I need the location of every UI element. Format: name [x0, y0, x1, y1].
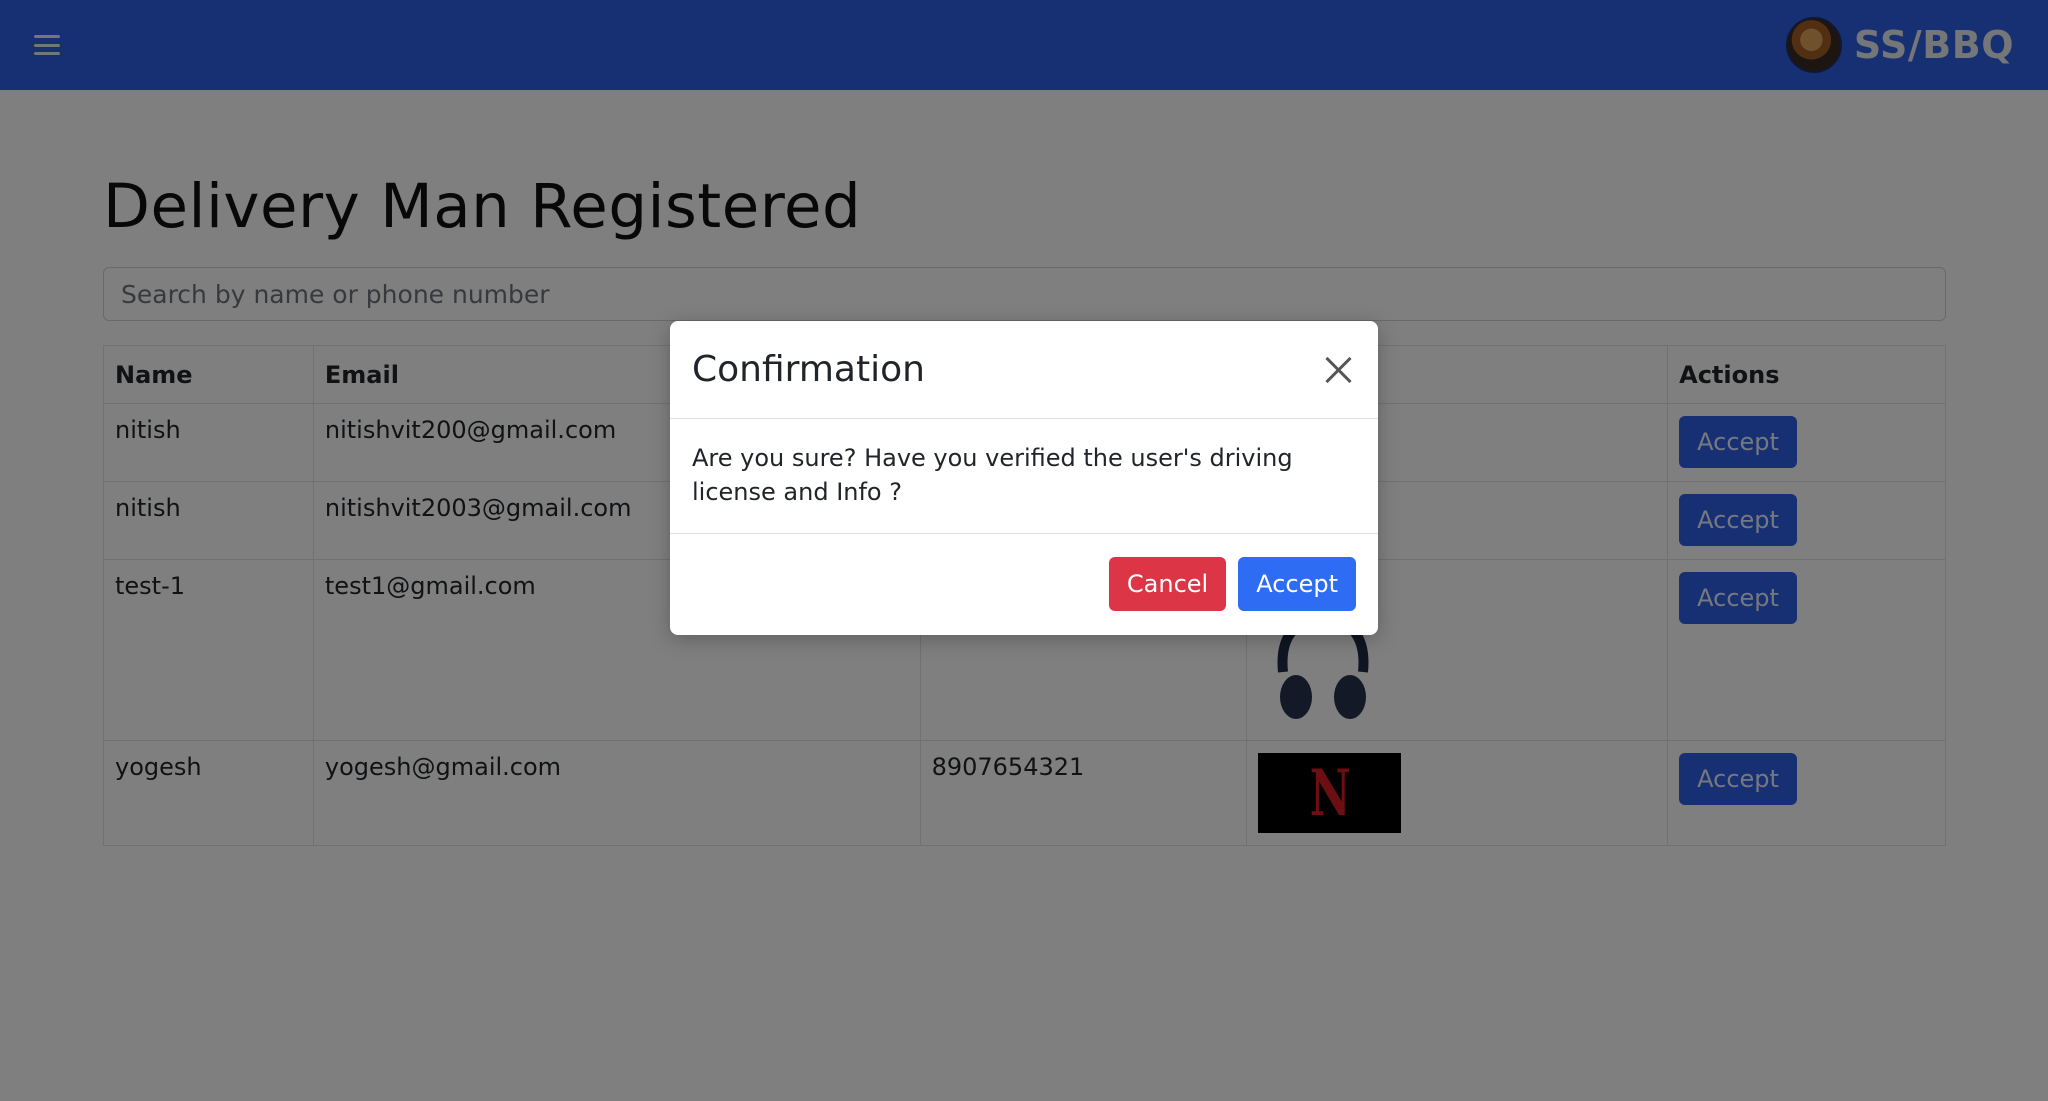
modal-footer: Cancel Accept: [670, 534, 1378, 634]
modal-body: Are you sure? Have you verified the user…: [670, 419, 1378, 534]
close-icon[interactable]: [1324, 355, 1354, 385]
confirm-accept-button[interactable]: Accept: [1238, 557, 1356, 611]
modal-header: Confirmation: [670, 321, 1378, 419]
modal-title: Confirmation: [692, 349, 925, 390]
confirmation-modal: Confirmation Are you sure? Have you veri…: [670, 321, 1378, 635]
cancel-button[interactable]: Cancel: [1108, 557, 1227, 611]
